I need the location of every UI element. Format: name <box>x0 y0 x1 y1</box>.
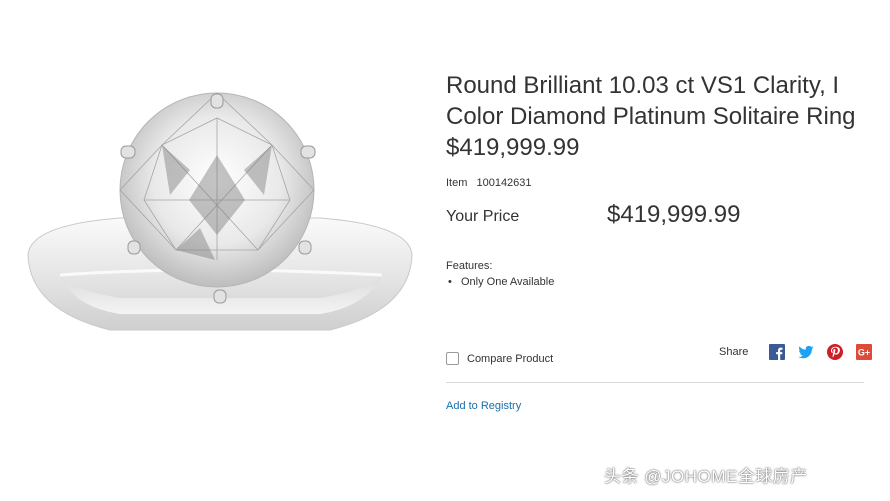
svg-text:G+: G+ <box>858 348 870 358</box>
feature-text: Only One Available <box>461 276 555 288</box>
item-number: 100142631 <box>476 177 532 189</box>
share-label: Share <box>719 346 749 358</box>
item-number-line: Item 100142631 <box>446 177 532 189</box>
diamond-ring-image <box>27 92 413 331</box>
compare-product-checkbox[interactable]: Compare Product <box>446 352 553 365</box>
checkbox-icon[interactable] <box>446 352 459 365</box>
feature-item: • Only One Available <box>446 276 554 288</box>
price-label: Your Price <box>446 208 520 225</box>
item-label: Item <box>446 177 468 189</box>
bullet-icon: • <box>448 276 452 288</box>
facebook-icon[interactable] <box>768 343 786 361</box>
google-plus-icon[interactable]: G+ <box>855 343 873 361</box>
share-bar: Share G+ <box>719 343 873 361</box>
product-title: Round Brilliant 10.03 ct VS1 Clarity, I … <box>446 72 856 161</box>
features-list: • Only One Available <box>446 276 554 288</box>
pinterest-icon[interactable] <box>826 343 844 361</box>
add-to-registry-link[interactable]: Add to Registry <box>446 400 521 412</box>
twitter-icon[interactable] <box>797 343 815 361</box>
divider <box>446 382 864 383</box>
compare-product-label: Compare Product <box>467 352 554 365</box>
features-label: Features: <box>446 260 493 272</box>
product-image <box>0 60 430 360</box>
price-value: $419,999.99 <box>607 201 741 228</box>
watermark: 头条 @JOHOME全球房产 <box>604 467 808 486</box>
